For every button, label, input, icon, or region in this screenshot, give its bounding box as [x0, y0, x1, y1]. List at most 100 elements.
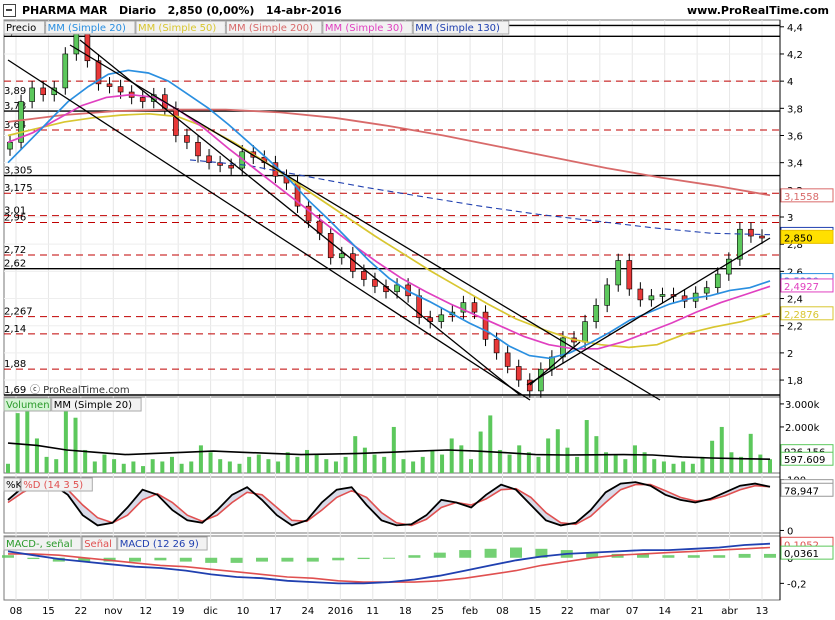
chart-window: PHARMA MAR Diario 2,850 (0,00%) 14-abr-2…: [0, 0, 835, 620]
macd-histogram-bar: [510, 547, 522, 558]
macd-histogram-bar: [484, 548, 497, 558]
level-label: 1,69: [4, 385, 26, 396]
candle-body: [372, 279, 378, 287]
macd-histogram-bar: [27, 557, 40, 560]
macd-histogram-bar: [179, 557, 192, 562]
volume-bar: [25, 401, 30, 473]
volume-legend-label: Volumen: [6, 400, 50, 411]
candle-body: [714, 273, 721, 288]
volume-bar: [343, 456, 348, 473]
volume-bar: [449, 438, 454, 473]
volume-bar: [227, 461, 232, 473]
volume-bar: [459, 445, 464, 473]
x-axis-tick-label: mar: [590, 606, 611, 617]
macd-histogram-bar: [738, 553, 751, 558]
volume-bar: [237, 463, 242, 473]
volume-bar: [468, 459, 473, 473]
volume-bar: [671, 463, 676, 473]
price-axis-label: 3,4: [787, 159, 803, 170]
volume-bar: [719, 426, 724, 473]
volume-bar: [92, 461, 97, 473]
candle-body: [615, 260, 622, 286]
candle-body: [582, 321, 588, 343]
macd-histogram-bar: [687, 555, 700, 558]
candle-body: [40, 87, 46, 96]
macd-histogram-bar: [129, 557, 141, 562]
volume-bar: [661, 461, 666, 473]
price-legend-label: MM (Simple 20): [48, 23, 126, 34]
volume-axis-label: 3.000k: [785, 400, 820, 411]
price-legend-label: Precio: [6, 23, 36, 34]
macd-histogram-bar: [154, 557, 167, 561]
volume-bar: [169, 456, 174, 473]
volume-bar: [131, 461, 136, 473]
x-axis-tick-label: dic: [203, 606, 218, 617]
volume-bar: [112, 459, 117, 473]
candle-body: [626, 260, 633, 290]
volume-bar: [102, 454, 107, 473]
price-value-badge-label: 2,2876: [784, 310, 819, 321]
level-label: 2,267: [4, 307, 33, 318]
volume-bar: [218, 459, 223, 473]
candle-body: [659, 294, 666, 297]
volume-bar: [276, 461, 281, 473]
x-axis-tick-label: 2016: [328, 606, 353, 617]
candle-body: [593, 305, 599, 322]
level-label: 2,72: [4, 245, 26, 256]
macd-histogram-bar: [256, 557, 268, 562]
price-axis-label: 4,2: [787, 50, 803, 61]
stoch-legend-label: %D (14 3 5): [23, 480, 83, 491]
volume-bar: [758, 454, 763, 473]
volume-bar: [555, 429, 560, 473]
candle-body: [73, 33, 80, 55]
macd-histogram-bar: [662, 555, 675, 558]
price-axis-label: 3: [787, 213, 793, 224]
volume-bar: [324, 459, 329, 473]
volume-bar: [391, 426, 396, 473]
candle-body: [29, 87, 35, 102]
x-axis-tick-label: abr: [721, 606, 738, 617]
x-axis-tick-label: 14: [658, 606, 671, 617]
price-axis-label: 1,8: [787, 376, 803, 387]
candle-body: [394, 284, 400, 293]
macd-histogram-bar: [764, 553, 776, 558]
volume-bar: [382, 456, 387, 473]
candle-body: [184, 135, 190, 143]
x-axis-tick-label: 07: [626, 606, 639, 617]
volume-bar: [768, 459, 772, 473]
price-value-badge-label: 3,1558: [784, 192, 819, 203]
price-legend-label: MM (Simple 200): [228, 23, 313, 34]
volume-bar: [266, 459, 271, 473]
candle-body: [504, 352, 511, 367]
volume-bar: [121, 463, 126, 473]
candle-body: [338, 253, 345, 259]
macd-histogram-bar: [383, 557, 395, 559]
volume-bar: [430, 449, 435, 473]
level-label: 2,62: [4, 259, 26, 270]
candle-body: [195, 141, 201, 157]
price-legend-label: MM (Simple 50): [138, 23, 216, 34]
volume-bar: [420, 456, 425, 473]
level-label: 3,305: [4, 166, 33, 177]
macd-axis-label: -0,2: [787, 579, 807, 590]
chart-canvas: 08 15 22 nov 12 19 dic 10 17 24 2016 11 18 25 feb 08 15 2…: [2, 19, 834, 617]
volume-bar: [729, 452, 734, 473]
candle-body: [139, 97, 146, 102]
volume-bar: [333, 461, 338, 473]
price-legend-label: MM (Simple 130): [415, 23, 500, 34]
prorealtime-watermark: ⓒ ProRealTime.com: [30, 384, 130, 396]
price-axis-label: 2,2: [787, 322, 803, 333]
x-axis-tick-label: 08: [496, 606, 509, 617]
volume-bar: [73, 417, 78, 473]
candle-body: [438, 314, 445, 322]
candle-body: [173, 108, 179, 136]
x-axis-tick-label: 15: [529, 606, 542, 617]
x-axis-tick-label: 21: [691, 606, 704, 617]
price-value-badge-label: 2,4927: [784, 282, 819, 293]
candle-body: [361, 271, 367, 280]
x-axis-tick-label: feb: [462, 606, 478, 617]
volume-bar: [401, 459, 406, 473]
volume-bar: [623, 459, 628, 473]
volume-bar: [652, 459, 657, 473]
volume-bar: [710, 440, 715, 473]
